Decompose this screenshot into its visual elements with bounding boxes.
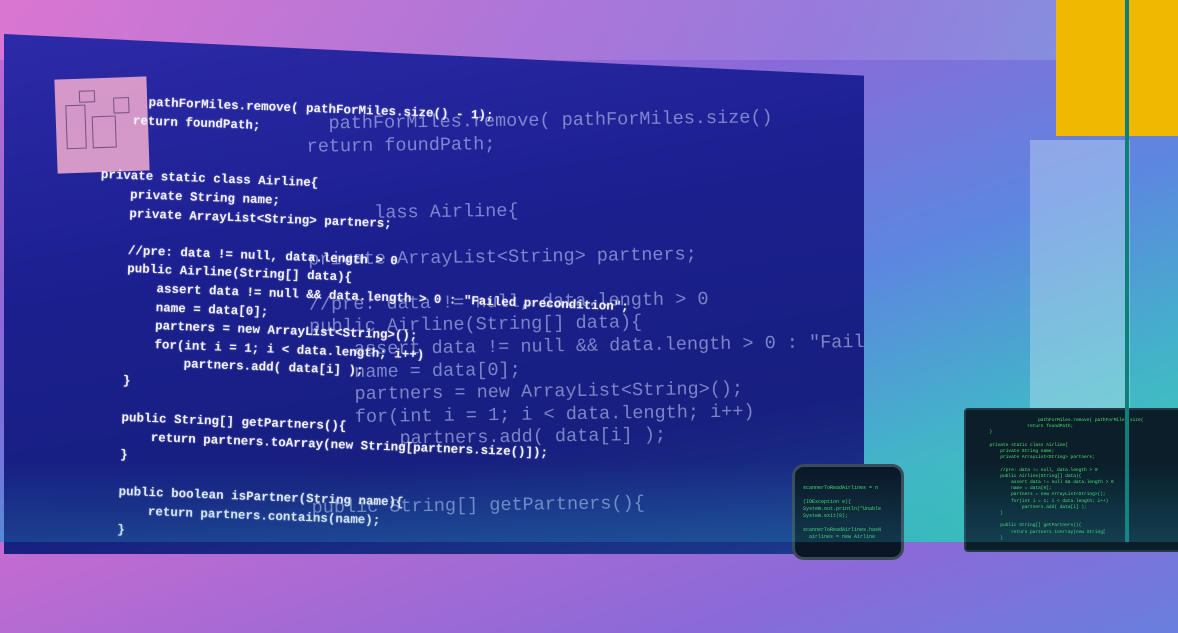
code-text: pathForMiles.remove( pathForMiles.size()… bbox=[84, 93, 629, 612]
code-monitor: pathForMiles.remove( pathForMiles.size()… bbox=[4, 34, 864, 554]
yellow-accent-block bbox=[1056, 0, 1178, 136]
teal-accent-line bbox=[1125, 0, 1129, 542]
laptop-code-text: pathForMiles.remove( pathForMiles.size( … bbox=[989, 418, 1144, 541]
smartphone: scannerToReadAirlines = n (IOException e… bbox=[792, 464, 904, 560]
laptop-screen: pathForMiles.remove( pathForMiles.size( … bbox=[964, 408, 1178, 552]
phone-code-text: scannerToReadAirlines = n (IOException e… bbox=[803, 485, 882, 540]
background-panel bbox=[1030, 140, 1130, 430]
